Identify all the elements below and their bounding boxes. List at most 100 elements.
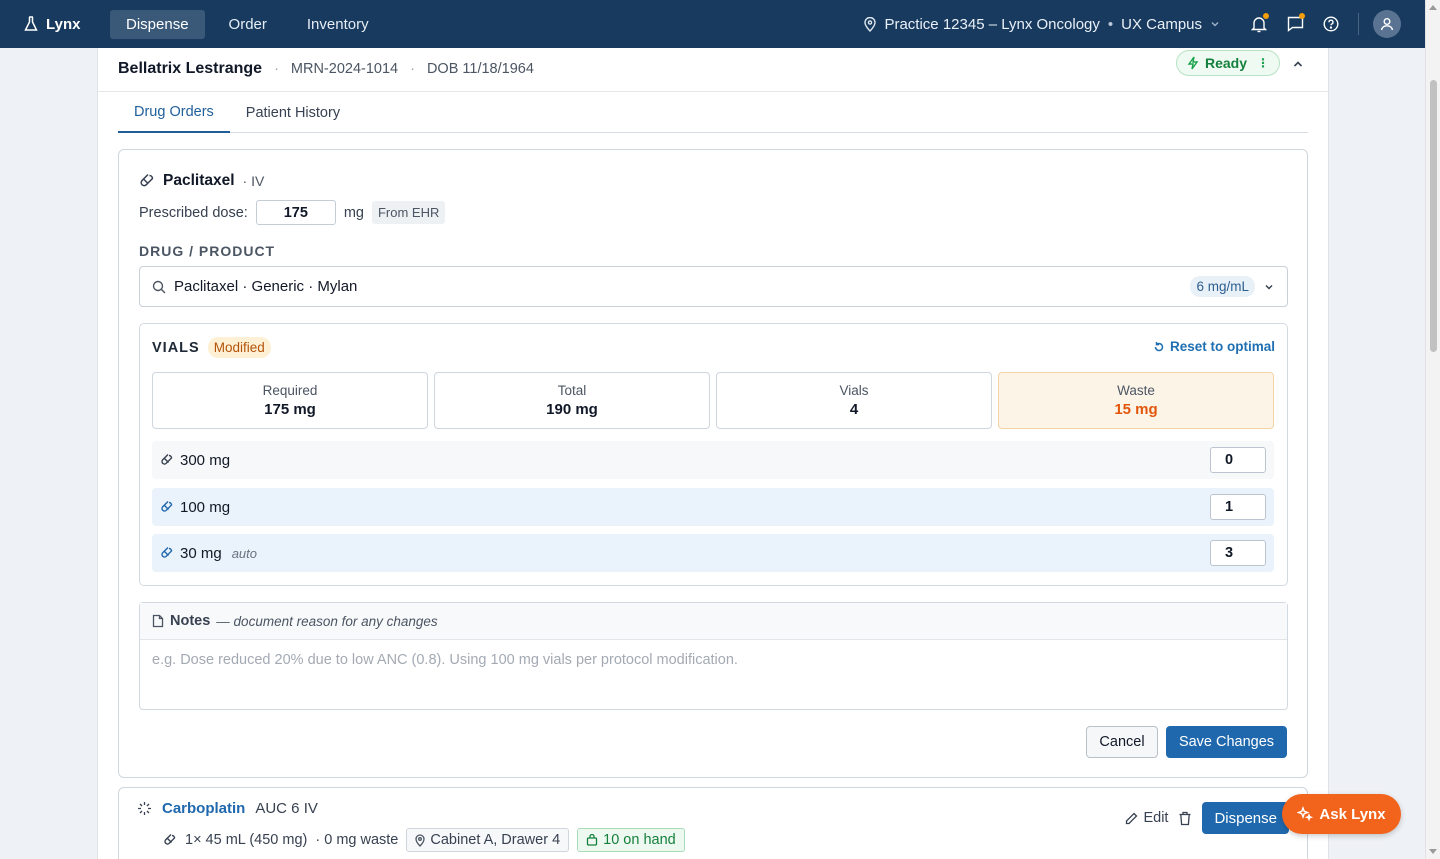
stat-value: 15 mg	[1114, 401, 1158, 418]
drug-name: Paclitaxel	[163, 172, 235, 189]
chevron-down-icon	[1265, 284, 1273, 290]
drug-order-panel: Paclitaxel · IV Prescribed dose: mg From…	[118, 149, 1308, 778]
dose-source-tag: From EHR	[371, 201, 446, 224]
stock-tag: 10 on hand	[577, 828, 685, 852]
status-label: Ready	[1204, 55, 1247, 71]
save-changes-button[interactable]: Save Changes	[1166, 726, 1287, 758]
stat-value: 4	[849, 401, 859, 418]
scrollbar-thumb[interactable]	[1430, 80, 1437, 352]
user-icon	[1380, 18, 1394, 31]
chevron-down-icon	[1211, 22, 1219, 27]
stat-value: 175 mg	[264, 401, 316, 418]
pill-icon	[140, 173, 154, 187]
collapse-button[interactable]	[1288, 54, 1308, 74]
vial-summary: 1× 45 mL (450 mg)	[185, 832, 308, 848]
edit-button[interactable]: Edit	[1125, 810, 1168, 826]
product-value: Paclitaxel · Generic · Mylan	[174, 278, 358, 295]
notes-hint: — document reason for any changes	[216, 613, 438, 629]
dose-input[interactable]	[255, 200, 336, 225]
more-vertical-icon[interactable]: ⋮	[1257, 56, 1269, 70]
vial-size: 30 mg	[180, 544, 222, 562]
modified-badge: Modified	[207, 337, 271, 358]
stat-required: Required 175 mg	[152, 372, 428, 429]
practice-selector[interactable]: Practice 12345 – Lynx Oncology • UX Camp…	[864, 16, 1220, 33]
drug-actions: Edit Dispense	[1125, 802, 1289, 834]
tab-patient-history[interactable]: Patient History	[230, 92, 356, 133]
vial-icon	[161, 454, 173, 465]
vial-row: 100 mg	[152, 488, 1274, 526]
trash-icon[interactable]	[1178, 811, 1192, 826]
flask-icon	[24, 16, 38, 31]
nav-tab-order[interactable]: Order	[213, 10, 283, 39]
vial-size: 300 mg	[180, 451, 231, 469]
stat-value: 190 mg	[546, 401, 598, 418]
reset-icon	[1154, 341, 1164, 351]
reset-to-optimal-link[interactable]: Reset to optimal	[1153, 339, 1275, 354]
patient-card: Bellatrix Lestrange · MRN-2024-1014 · DO…	[97, 48, 1329, 859]
status-badge[interactable]: Ready ⋮	[1175, 50, 1280, 76]
scroll-down-arrow[interactable]	[1429, 849, 1437, 854]
stat-label: Waste	[1117, 383, 1155, 398]
vial-row: 30 mg auto	[152, 534, 1274, 572]
location-label: Cabinet A, Drawer 4	[430, 832, 561, 848]
product-section-label: DRUG / PRODUCT	[139, 243, 276, 259]
drug-detail-row: 1× 45 mL (450 mg) · 0 mg waste Cabinet A…	[163, 828, 685, 852]
stat-total: Total 190 mg	[434, 372, 710, 429]
concentration-badge: 6 mg/mL	[1190, 276, 1255, 297]
separator-dot: ·	[410, 61, 415, 77]
sparkle-icon	[1297, 806, 1314, 822]
page-scrollbar[interactable]	[1425, 0, 1440, 859]
separator-dot: •	[1107, 15, 1114, 33]
prescribed-dose-row: Prescribed dose: mg From EHR	[139, 200, 446, 225]
help-button[interactable]	[1320, 13, 1342, 35]
location-pin-icon	[415, 833, 426, 847]
package-icon	[586, 834, 598, 846]
patient-header: Bellatrix Lestrange · MRN-2024-1014 · DO…	[118, 54, 534, 84]
separator-dot: ·	[274, 61, 279, 77]
drug-name-link[interactable]: Carboplatin	[162, 800, 245, 817]
chevron-up-icon	[1293, 61, 1303, 67]
pencil-icon	[1126, 812, 1138, 824]
vial-quantity-input[interactable]	[1210, 447, 1266, 473]
search-icon	[152, 280, 166, 293]
vial-quantity-input[interactable]	[1210, 540, 1266, 566]
product-select[interactable]: Paclitaxel · Generic · Mylan 6 mg/mL	[139, 266, 1288, 307]
vial-stats: Required 175 mg Total 190 mg Vials 4 Was…	[152, 372, 1274, 429]
stock-label: 10 on hand	[603, 832, 676, 848]
notes-title: Notes	[170, 613, 211, 629]
drug-title: Carboplatin AUC 6 IV	[137, 800, 318, 817]
lightning-icon	[1187, 56, 1199, 70]
auto-tag: auto	[231, 545, 258, 561]
drug-meta: AUC 6 IV	[255, 800, 318, 817]
user-avatar[interactable]	[1373, 10, 1401, 38]
ask-lynx-button[interactable]: Ask Lynx	[1282, 794, 1401, 834]
location-tag: Cabinet A, Drawer 4	[406, 828, 570, 852]
nav-tab-inventory[interactable]: Inventory	[291, 10, 385, 39]
tab-drug-orders[interactable]: Drug Orders	[118, 92, 230, 133]
stat-waste: Waste 15 mg	[998, 372, 1274, 429]
patient-name: Bellatrix Lestrange	[118, 60, 263, 77]
notes-section: Notes — document reason for any changes	[139, 602, 1288, 710]
help-icon	[1323, 16, 1339, 32]
vial-icon	[161, 547, 173, 558]
drug-route: · IV	[242, 173, 265, 189]
drug-order-panel-carboplatin: Carboplatin AUC 6 IV 1× 45 mL (450 mg) ·…	[118, 787, 1308, 859]
vial-icon	[161, 501, 173, 512]
stat-vials: Vials 4	[716, 372, 992, 429]
patient-mrn: MRN-2024-1014	[290, 61, 399, 77]
drug-title: Paclitaxel · IV	[139, 172, 264, 190]
cancel-button[interactable]: Cancel	[1086, 726, 1158, 758]
notifications-button[interactable]	[1248, 13, 1270, 35]
dispense-button[interactable]: Dispense	[1202, 802, 1289, 834]
notes-textarea[interactable]	[140, 640, 1287, 709]
vial-quantity-input[interactable]	[1210, 494, 1266, 520]
ask-lynx-label: Ask Lynx	[1319, 805, 1386, 823]
notes-header: Notes — document reason for any changes	[140, 603, 1287, 640]
location-pin-icon	[864, 16, 877, 32]
brand[interactable]: Lynx	[24, 16, 110, 33]
messages-button[interactable]	[1284, 13, 1306, 35]
vial-icon	[164, 834, 176, 845]
nav-tab-dispense[interactable]: Dispense	[110, 9, 205, 39]
vials-section: VIALS Modified Reset to optimal Required…	[139, 323, 1288, 586]
scroll-up-arrow[interactable]	[1429, 5, 1437, 10]
